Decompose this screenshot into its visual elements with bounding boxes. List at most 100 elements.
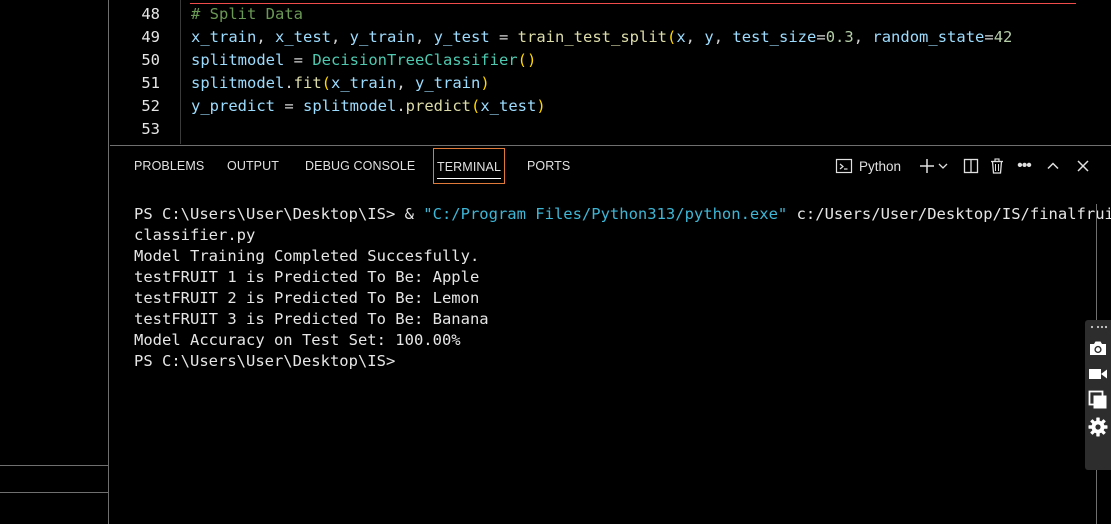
code-text: # Split Data xyxy=(191,3,303,26)
code-line[interactable]: 48 # Split Data xyxy=(110,3,1111,26)
terminal-output-line: Model Training Completed Succesfully. xyxy=(134,247,480,265)
tab-terminal[interactable]: TERMINAL xyxy=(433,148,506,184)
code-editor[interactable]: 48 # Split Data 49 x_train, x_test, y_train… xyxy=(110,0,1111,144)
terminal-icon xyxy=(835,158,853,174)
code-line[interactable]: 49 x_train, x_test, y_train, y_test = tra… xyxy=(110,26,1111,49)
code-token: y_test xyxy=(433,28,490,46)
code-token: = xyxy=(984,28,994,46)
code-token: () xyxy=(517,51,537,69)
code-token: , xyxy=(256,28,275,46)
code-token: 42 xyxy=(993,28,1013,46)
code-token: = xyxy=(275,97,303,115)
code-token: , xyxy=(713,28,733,46)
floating-toolbar xyxy=(1085,320,1111,470)
code-token: y_predict xyxy=(191,97,275,115)
code-token: train_test_split xyxy=(517,28,667,46)
tab-label: PORTS xyxy=(527,159,571,173)
line-number: 48 xyxy=(141,5,160,23)
code-token: y xyxy=(704,28,714,46)
terminal-command-line-wrap: classifier.py xyxy=(134,225,1104,246)
plus-icon xyxy=(920,159,934,173)
code-line[interactable]: 50 splitmodel = DecisionTreeClassifier() xyxy=(110,49,1111,72)
exe-path: "C:/Program Files/Python313/python.exe" xyxy=(423,205,788,223)
line-number: 49 xyxy=(141,28,160,46)
chevron-down-icon xyxy=(938,163,948,169)
tab-label: TERMINAL xyxy=(437,160,502,174)
terminal-dropdown-button[interactable] xyxy=(937,154,949,178)
code-text: y_predict = splitmodel.predict(x_test) xyxy=(191,95,546,118)
code-text: x_train, x_test, y_train, y_test = train… xyxy=(191,26,1012,49)
bottom-panel: PROBLEMS OUTPUT DEBUG CONSOLE TERMINAL P… xyxy=(110,145,1111,524)
tab-problems[interactable]: PROBLEMS xyxy=(134,146,204,186)
code-token: = xyxy=(816,28,826,46)
code-token: x_test xyxy=(275,28,331,46)
tab-label: OUTPUT xyxy=(227,159,279,173)
panel-actions: Python ••• xyxy=(811,146,1111,186)
tab-output[interactable]: OUTPUT xyxy=(227,146,279,186)
code-token: ( xyxy=(321,74,332,92)
code-token: , xyxy=(331,28,350,46)
code-token: random_state xyxy=(872,28,985,46)
tab-debug-console[interactable]: DEBUG CONSOLE xyxy=(305,146,415,186)
record-button[interactable] xyxy=(1087,363,1109,385)
code-token: , xyxy=(396,74,416,92)
code-line[interactable]: 51 splitmodel.fit(x_train, y_train) xyxy=(110,72,1111,95)
code-token: , xyxy=(685,28,705,46)
terminal-output[interactable]: PS C:\Users\User\Desktop\IS> & "C:/Progr… xyxy=(134,204,1111,372)
new-terminal-button[interactable] xyxy=(917,154,937,178)
close-panel-button[interactable] xyxy=(1073,154,1093,178)
active-tab-indicator xyxy=(437,178,502,179)
windows-button[interactable] xyxy=(1087,389,1109,411)
split-terminal-button[interactable] xyxy=(961,154,981,178)
shell-label: Python xyxy=(859,158,902,174)
terminal-output-line: testFRUIT 2 is Predicted To Be: Lemon xyxy=(134,289,480,307)
script-path-continued: classifier.py xyxy=(134,226,256,244)
more-actions-button[interactable]: ••• xyxy=(1014,154,1034,178)
code-text: splitmodel.fit(x_train, y_train) xyxy=(191,72,490,95)
line-number: 53 xyxy=(141,120,160,138)
trash-icon xyxy=(991,158,1003,174)
code-token: test_size xyxy=(732,28,817,46)
code-token: , xyxy=(415,28,434,46)
camera-icon xyxy=(1090,341,1106,355)
code-text: splitmodel = DecisionTreeClassifier() xyxy=(191,49,536,72)
gear-icon xyxy=(1088,417,1108,437)
code-token: # Split Data xyxy=(191,5,303,23)
code-token: y_train xyxy=(349,28,415,46)
code-token: ( xyxy=(666,28,677,46)
close-icon xyxy=(1077,160,1089,172)
code-token: splitmodel xyxy=(303,97,397,115)
code-token: x_train xyxy=(331,74,397,92)
tab-ports[interactable]: PORTS xyxy=(527,146,570,186)
code-token: ( xyxy=(471,97,481,115)
code-token: fit xyxy=(293,74,322,92)
divider xyxy=(0,465,109,466)
terminal-output-line: testFRUIT 1 is Predicted To Be: Apple xyxy=(134,268,480,286)
settings-button[interactable] xyxy=(1087,416,1109,438)
divider xyxy=(0,492,109,493)
code-token: y_train xyxy=(415,74,481,92)
chevron-up-icon xyxy=(1047,162,1059,170)
shell-selector[interactable]: Python xyxy=(835,154,911,178)
drag-handle-icon[interactable] xyxy=(1087,320,1109,334)
code-token: . xyxy=(396,97,406,115)
code-line[interactable]: 52 y_predict = splitmodel.predict(x_test) xyxy=(110,95,1111,118)
maximize-panel-button[interactable] xyxy=(1043,154,1063,178)
terminal-command-line: PS C:\Users\User\Desktop\IS> & "C:/Progr… xyxy=(134,204,1111,225)
code-token: = xyxy=(489,28,518,46)
line-number: 52 xyxy=(141,97,160,115)
split-terminal-icon xyxy=(963,158,979,174)
script-path: c:/Users/User/Desktop/IS/finalfruit xyxy=(787,205,1111,223)
code-token: 0.3 xyxy=(825,28,854,46)
prompt: PS C:\Users\User\Desktop\IS> xyxy=(134,352,396,370)
code-line[interactable]: 53 xyxy=(110,118,1111,141)
ellipsis-icon: ••• xyxy=(1017,157,1032,174)
kill-terminal-button[interactable] xyxy=(987,154,1007,178)
terminal-output-line: Model Accuracy on Test Set: 100.00% xyxy=(134,331,461,349)
camera-button[interactable] xyxy=(1087,337,1109,359)
code-token: , xyxy=(853,28,873,46)
copy-windows-icon xyxy=(1088,390,1107,409)
code-token: . xyxy=(284,74,294,92)
code-token: splitmodel xyxy=(191,51,285,69)
prompt: PS C:\Users\User\Desktop\IS> xyxy=(134,205,405,223)
